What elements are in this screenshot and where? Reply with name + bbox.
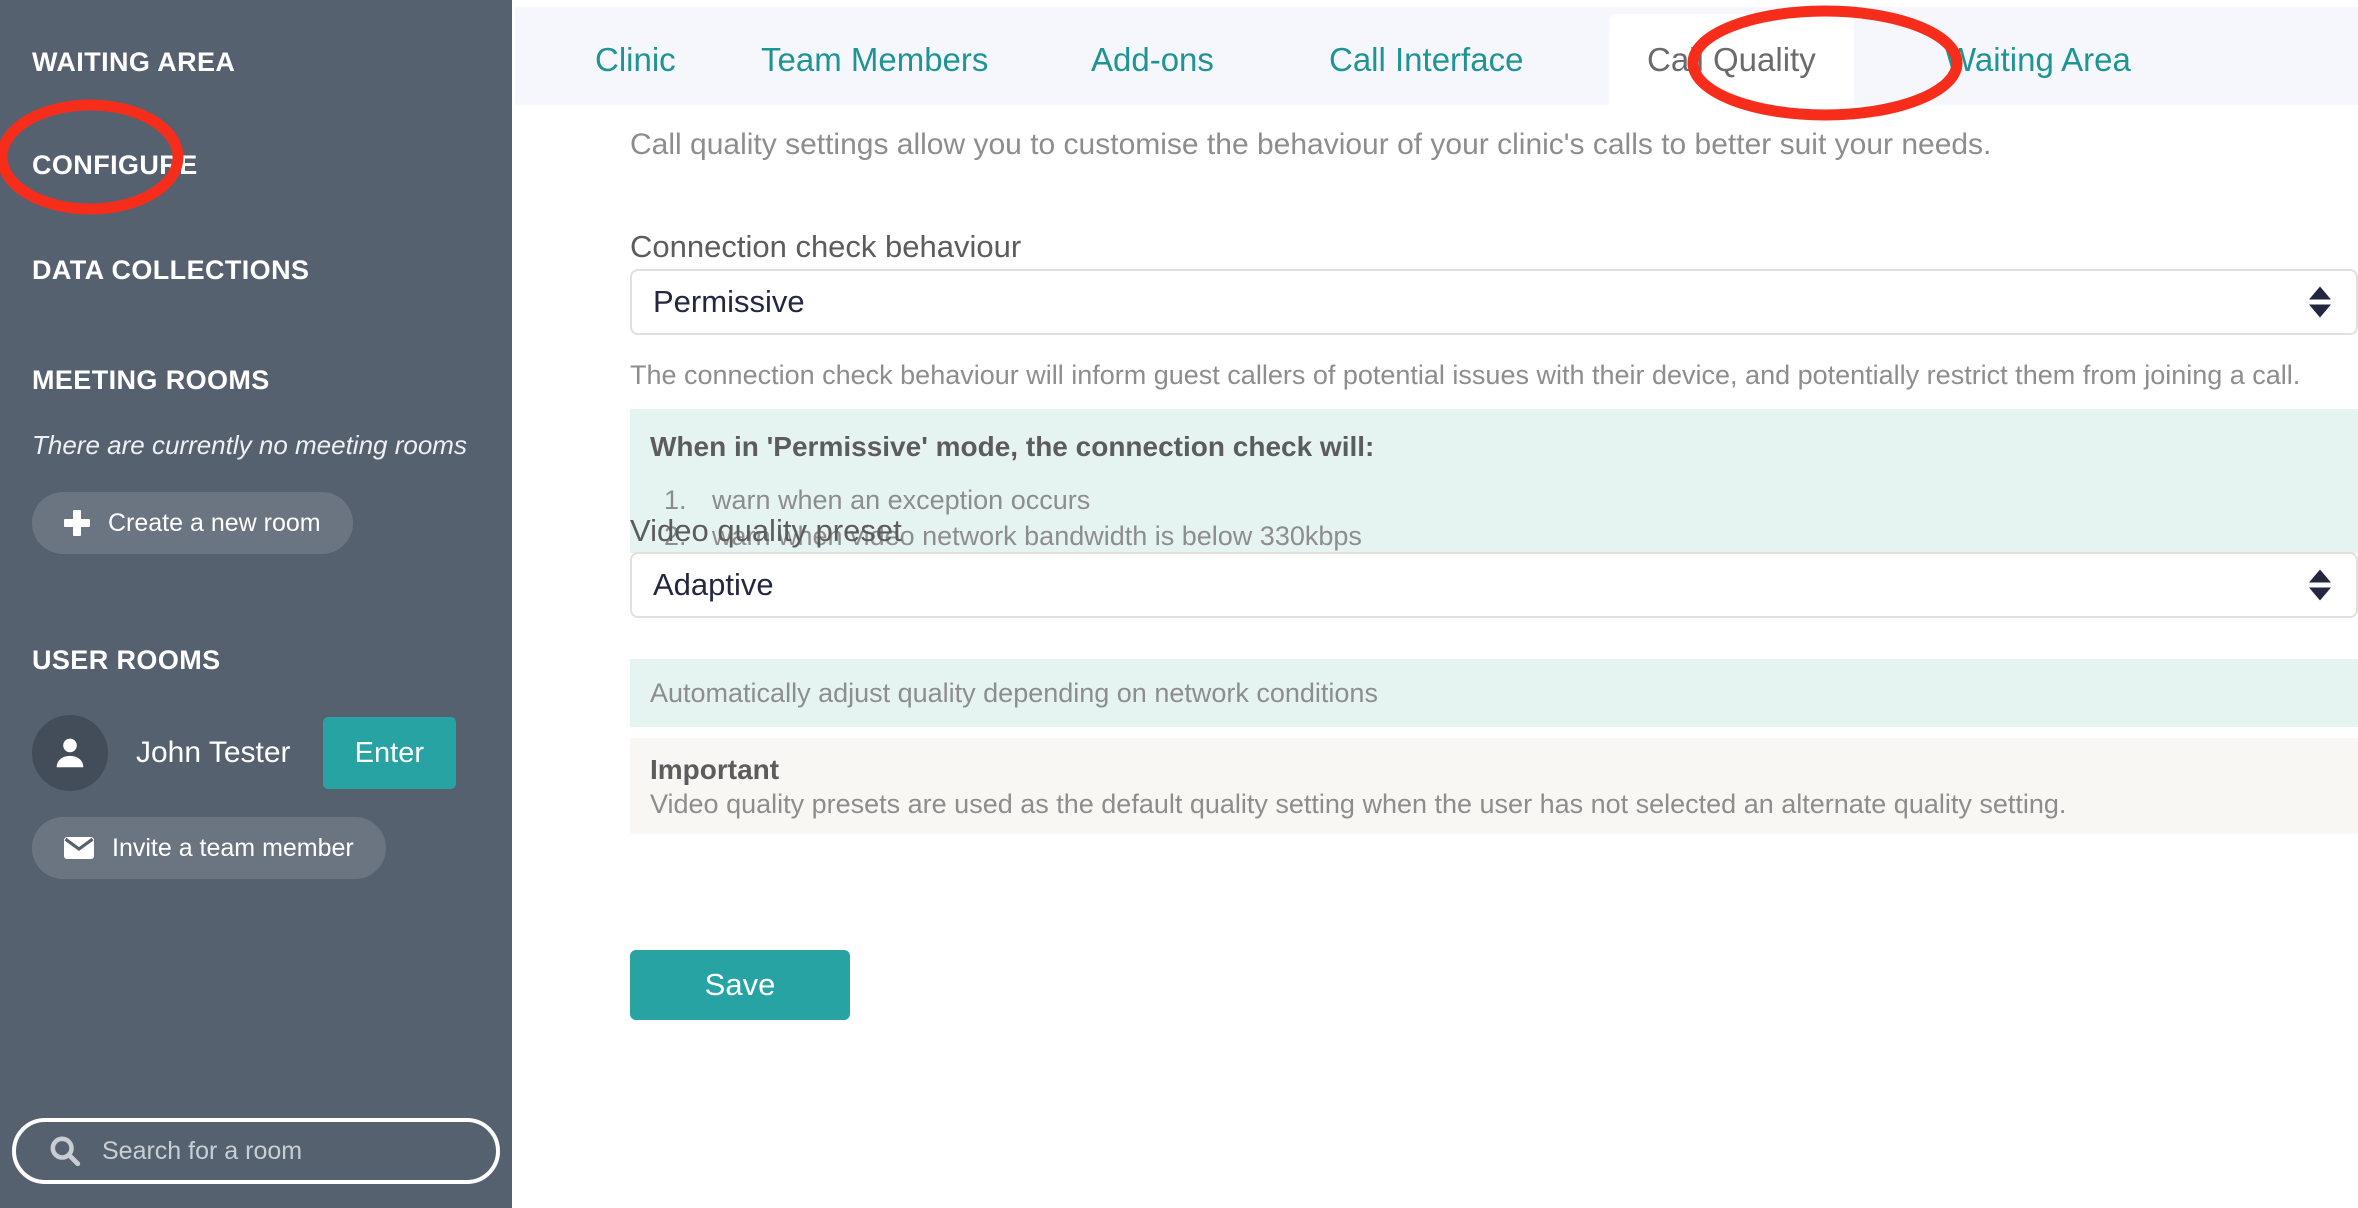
permissive-behaviour-list: 1. warn when an exception occurs 2. warn… [650, 482, 2358, 554]
search-input[interactable]: Search for a room [12, 1118, 500, 1184]
person-icon [56, 738, 84, 768]
chevron-updown-icon [2309, 286, 2331, 318]
tab-waiting-area[interactable]: Waiting Area [1907, 14, 2169, 105]
video-quality-preset-label: Video quality preset [630, 513, 902, 548]
list-item: 1. warn when an exception occurs [650, 482, 2358, 518]
video-quality-preset-value: Adaptive [653, 567, 774, 602]
meeting-rooms-empty-message: There are currently no meeting rooms [32, 430, 467, 460]
tab-add-ons[interactable]: Add-ons [1053, 14, 1252, 105]
adaptive-info-panel: Automatically adjust quality depending o… [630, 659, 2358, 727]
sidebar-item-data-collections[interactable]: DATA COLLECTIONS [32, 255, 309, 286]
create-new-room-button[interactable]: Create a new room [32, 492, 353, 554]
envelope-icon [64, 837, 94, 859]
tab-clinic[interactable]: Clinic [557, 14, 714, 105]
tab-call-interface[interactable]: Call Interface [1291, 14, 1561, 105]
intro-text: Call quality settings allow you to custo… [630, 128, 1992, 161]
search-icon [50, 1136, 81, 1167]
connection-check-label: Connection check behaviour [630, 229, 1022, 264]
important-panel-title: Important [650, 754, 780, 785]
adaptive-panel-text: Automatically adjust quality depending o… [650, 677, 1378, 708]
main-pane: Clinic Team Members Add-ons Call Interfa… [512, 0, 2358, 1208]
tab-call-quality[interactable]: Call Quality [1609, 14, 1854, 105]
sidebar-section-meeting-rooms: MEETING ROOMS [32, 365, 270, 395]
tab-team-members[interactable]: Team Members [723, 14, 1026, 105]
user-room-row: John Tester Enter [32, 715, 480, 791]
call-quality-panel: Call quality settings allow you to custo… [605, 105, 2358, 1208]
sidebar-section-user-rooms: USER ROOMS [32, 645, 221, 675]
app-root: WAITING AREA CONFIGURE DATA COLLECTIONS … [0, 0, 2358, 1208]
sidebar: WAITING AREA CONFIGURE DATA COLLECTIONS … [0, 0, 512, 1208]
important-panel: Important Video quality presets are used… [630, 738, 2358, 834]
important-panel-body: Video quality presets are used as the de… [650, 789, 2067, 819]
invite-team-member-button[interactable]: Invite a team member [32, 817, 386, 879]
avatar [32, 715, 108, 791]
sidebar-item-waiting-area[interactable]: WAITING AREA [32, 47, 235, 78]
chevron-updown-icon [2309, 569, 2331, 601]
connection-check-hint: The connection check behaviour will info… [630, 360, 2301, 390]
tab-bar: Clinic Team Members Add-ons Call Interfa… [515, 7, 2358, 105]
connection-check-select[interactable]: Permissive [630, 269, 2358, 335]
list-item: 2. warn when video network bandwidth is … [650, 518, 2358, 554]
create-new-room-label: Create a new room [108, 508, 321, 537]
user-name: John Tester [136, 736, 291, 769]
permissive-panel-title: When in 'Permissive' mode, the connectio… [650, 431, 1375, 462]
enter-room-button[interactable]: Enter [322, 717, 456, 789]
save-button[interactable]: Save [630, 950, 850, 1020]
connection-check-value: Permissive [653, 284, 805, 319]
plus-icon [64, 510, 90, 536]
search-placeholder: Search for a room [102, 1136, 303, 1165]
sidebar-item-configure[interactable]: CONFIGURE [32, 150, 198, 181]
invite-team-member-label: Invite a team member [112, 833, 354, 862]
video-quality-preset-select[interactable]: Adaptive [630, 552, 2358, 618]
